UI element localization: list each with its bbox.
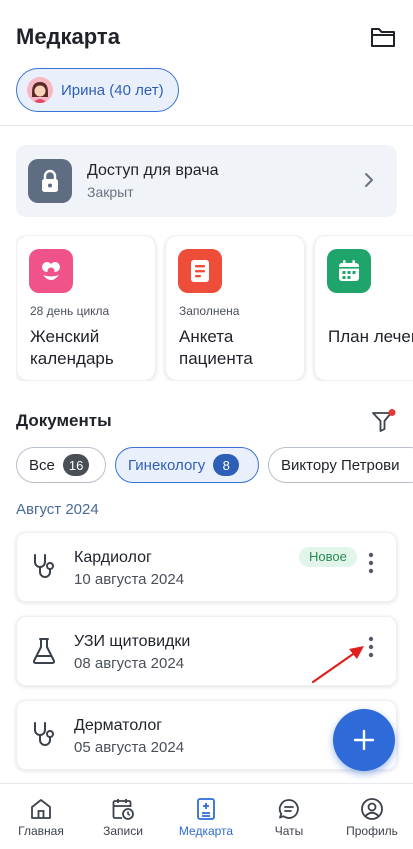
stethoscope-icon — [34, 722, 54, 746]
page-title: Медкарта — [16, 24, 120, 49]
document-icon — [178, 249, 222, 293]
filter-icon[interactable] — [371, 408, 397, 434]
patient-selector[interactable]: Ирина (40 лет) — [16, 68, 179, 112]
document-title: УЗИ щитовидки — [74, 633, 191, 650]
content-area[interactable]: Доступ для врача Закрыт 28 день цикла Же… — [0, 127, 413, 783]
document-date: 10 августа 2024 — [74, 571, 185, 588]
calendar-icon — [327, 249, 371, 293]
lock-icon — [28, 159, 72, 203]
medcard-icon — [197, 798, 215, 820]
chevron-right-icon — [365, 173, 373, 187]
tab-label: Медкарта — [178, 824, 234, 838]
tab-chats[interactable]: Чаты — [248, 784, 330, 849]
month-header: Август 2024 — [16, 501, 99, 518]
profile-icon — [361, 798, 383, 820]
folder-icon[interactable] — [370, 26, 396, 48]
chip-gynecologist[interactable]: Гинекологу 8 — [115, 447, 259, 483]
chip-label: Все — [29, 456, 55, 474]
flask-icon — [32, 638, 56, 664]
chat-icon — [278, 799, 299, 819]
chip-count: 8 — [213, 454, 240, 476]
doctor-access-status: Закрыт — [87, 184, 134, 200]
quick-cards: 28 день цикла Женский календарь Заполнен… — [16, 235, 413, 381]
patient-name: Ирина (40 лет) — [61, 81, 164, 99]
home-icon — [31, 799, 51, 819]
card-female-calendar[interactable]: 28 день цикла Женский календарь — [16, 235, 156, 381]
tab-label: Главная — [18, 824, 64, 838]
document-item[interactable]: УЗИ щитовидки 08 августа 2024 — [16, 616, 397, 686]
stethoscope-icon — [34, 554, 54, 578]
header: Медкарта Ирина (40 лет) — [0, 0, 413, 126]
documents-title: Документы — [16, 411, 112, 430]
avatar — [27, 77, 53, 103]
chip-all[interactable]: Все 16 — [16, 447, 106, 483]
card-title: Женский календарь — [30, 327, 114, 368]
chip-doctor-viktor[interactable]: Виктору Петрови — [268, 447, 413, 483]
tab-label: Профиль — [346, 824, 398, 838]
calendar-clock-icon — [112, 799, 134, 820]
chip-label: Гинекологу — [128, 456, 206, 474]
plus-icon — [353, 729, 375, 751]
document-date: 05 августа 2024 — [74, 739, 185, 756]
tab-appointments[interactable]: Записи — [82, 784, 164, 849]
document-date: 08 августа 2024 — [74, 655, 185, 672]
card-patient-form[interactable]: Заполнена Анкета пациента — [165, 235, 305, 381]
document-title: Кардиолог — [74, 549, 152, 566]
card-title: План лечения — [328, 327, 413, 346]
tab-label: Чаты — [274, 824, 304, 838]
document-filter-chips: Все 16 Гинекологу 8 Виктору Петрови — [16, 447, 413, 483]
new-badge: Новое — [299, 547, 357, 567]
bottom-tab-bar: Главная Записи Медкарта Чаты Профиль — [0, 783, 413, 849]
flower-icon — [29, 249, 73, 293]
tab-medcard[interactable]: Медкарта — [165, 784, 247, 849]
document-title: Дерматолог — [74, 717, 163, 734]
doctor-access-title: Доступ для врача — [87, 162, 219, 179]
tab-profile[interactable]: Профиль — [331, 784, 413, 849]
card-subtitle: 28 день цикла — [30, 304, 110, 318]
doctor-access-card[interactable]: Доступ для врача Закрыт — [16, 145, 397, 217]
document-item[interactable]: Кардиолог 10 августа 2024 Новое — [16, 532, 397, 602]
more-vertical-icon[interactable] — [363, 635, 379, 659]
chip-count: 16 — [62, 454, 90, 476]
tab-home[interactable]: Главная — [0, 784, 82, 849]
card-subtitle: Заполнена — [179, 304, 240, 318]
add-document-button[interactable] — [333, 709, 395, 771]
tab-label: Записи — [103, 824, 143, 838]
card-treatment-plan[interactable]: План лечения — [314, 235, 413, 381]
chip-label: Виктору Петрови — [281, 456, 400, 474]
card-title: Анкета пациента — [179, 327, 253, 368]
more-vertical-icon[interactable] — [363, 551, 379, 575]
